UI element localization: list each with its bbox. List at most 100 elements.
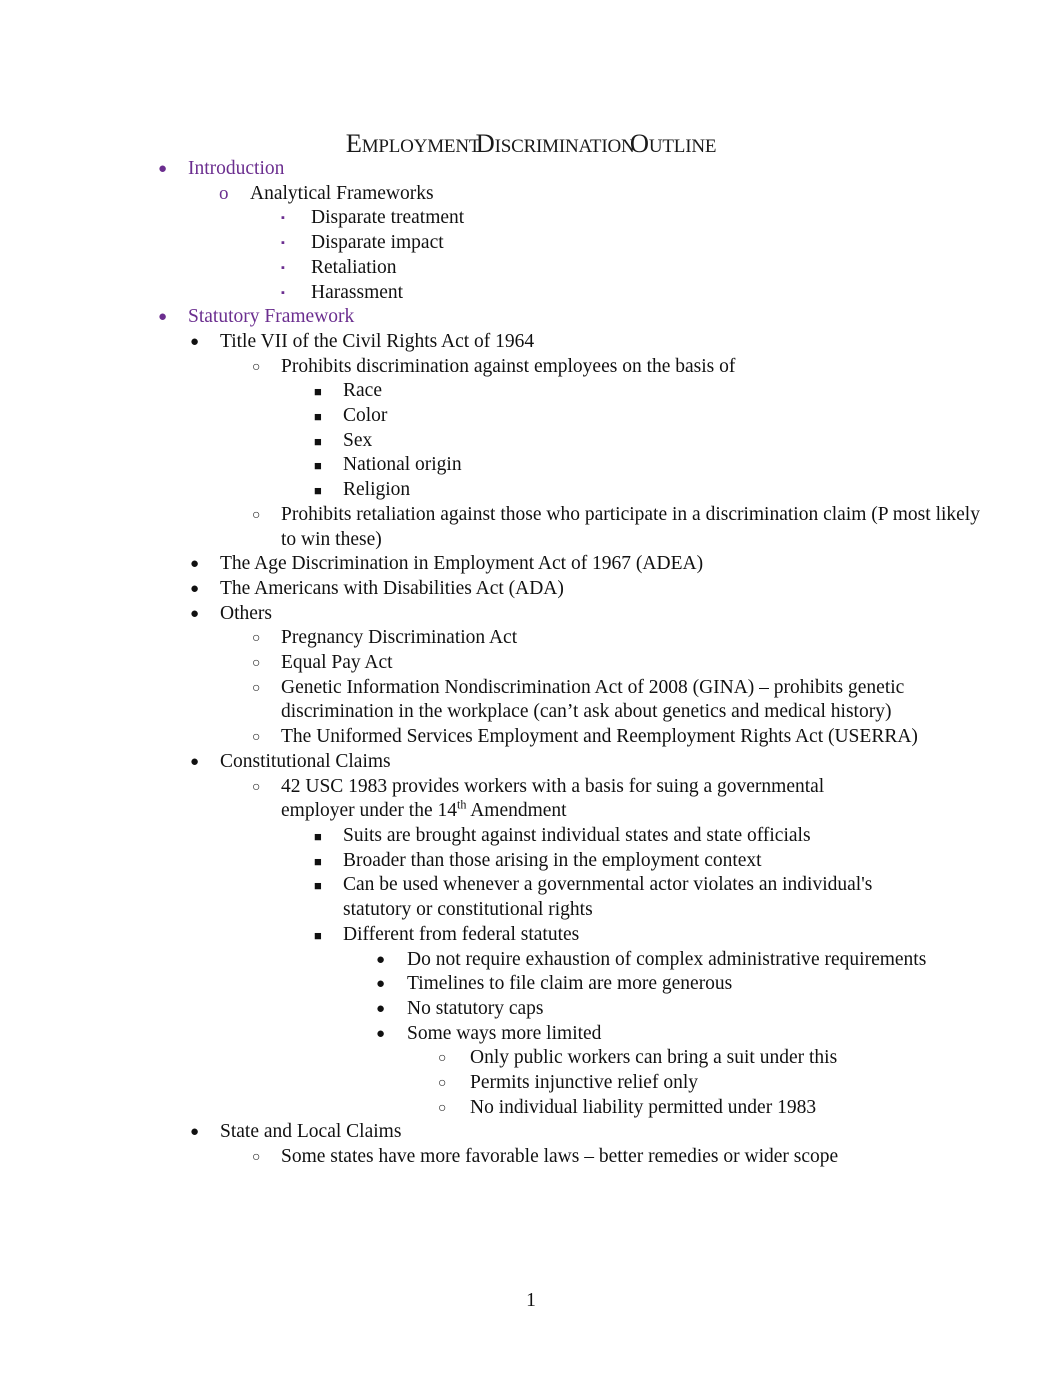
document-page: Employment Discrimination Outline ● Intr… — [0, 0, 1062, 1377]
outline-item-label: Disparate impact — [311, 232, 444, 254]
square-bullet-icon: ■ — [314, 878, 322, 894]
disc-bullet-icon: ● — [158, 161, 168, 177]
small-square-bullet-icon: ▪ — [281, 237, 285, 250]
outline-item-prohibits-retaliation: ○ Prohibits retaliation against those wh… — [0, 503, 1062, 552]
outline-item-label: The Americans with Disabilities Act (ADA… — [220, 577, 564, 599]
outline-item-adea: ● The Age Discrimination in Employment A… — [0, 552, 1062, 577]
outline-item-disparate-treatment: ▪ Disparate treatment — [0, 206, 1062, 231]
outline-item-label: Different from federal statutes — [343, 923, 580, 945]
square-bullet-icon: ■ — [314, 384, 322, 400]
outline-item-label: The Uniformed Services Employment and Re… — [281, 726, 918, 748]
disc-bullet-icon: ● — [190, 1124, 200, 1141]
outline-item-no-individual-liability: ○ No individual liability permitted unde… — [0, 1096, 1062, 1121]
outline-item-section-1983: ○ 42 USC 1983 provides workers with a ba… — [0, 775, 1062, 824]
outline-item-label: Equal Pay Act — [281, 652, 393, 674]
page-title: Employment Discrimination Outline — [345, 128, 717, 158]
outline-item-basis-religion: ■ Religion — [0, 478, 1062, 503]
disc-bullet-icon: ● — [376, 976, 386, 993]
circle-bullet-icon: ○ — [252, 779, 261, 795]
outline-item-label: Broader than those arising in the employ… — [343, 849, 762, 871]
outline-item-label: Color — [343, 405, 388, 427]
outline-item-prohibits-discrimination: ○ Prohibits discrimination against emplo… — [0, 355, 1062, 380]
outline-item-label: Timelines to file claim are more generou… — [407, 973, 733, 995]
circle-bullet-icon: ○ — [252, 631, 261, 647]
small-square-bullet-icon: ▪ — [281, 286, 285, 299]
outline-item-label: National origin — [343, 454, 462, 476]
square-bullet-icon: ■ — [314, 483, 322, 499]
square-bullet-icon: ■ — [314, 927, 322, 943]
circle-bullet-icon: ○ — [438, 1076, 447, 1092]
outline-item-label: Religion — [343, 479, 411, 501]
outline-item-disparate-impact: ▪ Disparate impact — [0, 231, 1062, 256]
outline-item-label: Pregnancy Discrimination Act — [281, 627, 518, 649]
circle-bullet-icon: ○ — [252, 507, 261, 523]
outline-item-label: State and Local Claims — [220, 1121, 402, 1143]
disc-bullet-icon: ● — [190, 333, 200, 350]
outline-item-injunctive-relief-only: ○ Permits injunctive relief only — [0, 1071, 1062, 1096]
disc-bullet-icon: ● — [158, 309, 168, 326]
outline-item-label: Some states have more favorable laws – b… — [281, 1146, 839, 1168]
outline-item-others: ● Others — [0, 602, 1062, 627]
disc-bullet-icon: ● — [376, 1000, 386, 1017]
outline-item-constitutional-claims: ● Constitutional Claims — [0, 750, 1062, 775]
outline-item-label: Prohibits retaliation against those who … — [281, 503, 980, 550]
circle-bullet-icon: ○ — [438, 1051, 447, 1067]
outline-item-title-vii: ● Title VII of the Civil Rights Act of 1… — [0, 330, 1062, 355]
outline-item-suits-against-states: ■ Suits are brought against individual s… — [0, 824, 1062, 849]
outline-item-label: Genetic Information Nondiscrimination Ac… — [281, 676, 905, 723]
outline-item-userra: ○ The Uniformed Services Employment and … — [0, 725, 1062, 750]
outline-item-pregnancy-discrimination-act: ○ Pregnancy Discrimination Act — [0, 626, 1062, 651]
square-bullet-icon: ■ — [314, 458, 322, 474]
outline-item-label: Disparate treatment — [311, 207, 465, 229]
outline-item-label: Do not require exhaustion of complex adm… — [407, 948, 927, 970]
circle-bullet-icon: ○ — [252, 1150, 261, 1166]
outline-item-label: Analytical Frameworks — [250, 182, 434, 204]
outline-item-some-ways-more-limited: ● Some ways more limited — [0, 1022, 1062, 1047]
outline-item-governmental-actor-violation: ■ Can be used whenever a governmental ac… — [0, 873, 1062, 922]
outline-item-label: The Age Discrimination in Employment Act… — [220, 553, 704, 575]
outline-item-label: Statutory Framework — [188, 306, 355, 328]
outline-item-label: Some ways more limited — [407, 1022, 602, 1044]
outline-item-retaliation: ▪ Retaliation — [0, 256, 1062, 281]
outline-item-analytical-frameworks: o Analytical Frameworks — [0, 182, 1062, 207]
outline-item-label: No individual liability permitted under … — [470, 1096, 817, 1118]
outline-item-label: Others — [220, 602, 272, 624]
outline-item-label: Can be used whenever a governmental acto… — [343, 874, 873, 921]
square-bullet-icon: ■ — [314, 853, 322, 869]
outline-item-equal-pay-act: ○ Equal Pay Act — [0, 651, 1062, 676]
ordinal-superscript: th — [457, 797, 467, 812]
outline-item-broader-scope: ■ Broader than those arising in the empl… — [0, 849, 1062, 874]
outline-item-favorable-state-laws: ○ Some states have more favorable laws –… — [0, 1145, 1062, 1170]
outline-item-gina: ○ Genetic Information Nondiscrimination … — [0, 676, 1062, 725]
outline-item-ada: ● The Americans with Disabilities Act (A… — [0, 577, 1062, 602]
outline-item-label: Suits are brought against individual sta… — [343, 824, 811, 846]
outline-item-label: Retaliation — [311, 256, 397, 278]
page-number: 1 — [526, 1290, 536, 1311]
circle-bullet-icon: ○ — [252, 730, 261, 746]
circle-bullet-icon: ○ — [438, 1100, 447, 1116]
outline-item-label: Introduction — [188, 158, 285, 179]
square-bullet-icon: ■ — [314, 409, 322, 425]
outline-body: ● Introduction o Analytical Frameworks ▪… — [0, 157, 1062, 1170]
circle-bullet-icon: ○ — [252, 656, 261, 672]
outline-item-label: Harassment — [311, 281, 404, 303]
disc-bullet-icon: ● — [376, 1025, 386, 1042]
outline-item-basis-color: ■ Color — [0, 404, 1062, 429]
outline-item-label: Title VII of the Civil Rights Act of 196… — [220, 330, 535, 352]
outline-item-introduction: ● Introduction — [0, 157, 1062, 182]
circle-bullet-icon: ○ — [252, 359, 261, 375]
disc-bullet-icon: ● — [190, 556, 200, 573]
outline-item-basis-sex: ■ Sex — [0, 429, 1062, 454]
outline-item-label: Permits injunctive relief only — [470, 1072, 698, 1094]
disc-bullet-icon: ● — [376, 951, 386, 968]
outline-item-label: Constitutional Claims — [220, 750, 391, 772]
letter-o-bullet-icon: o — [219, 182, 229, 204]
outline-item-label: Only public workers can bring a suit und… — [470, 1047, 838, 1069]
outline-item-label: No statutory caps — [407, 997, 544, 1019]
disc-bullet-icon: ● — [190, 580, 200, 597]
outline-item-no-exhaustion-requirement: ● Do not require exhaustion of complex a… — [0, 948, 1062, 973]
outline-item-harassment: ▪ Harassment — [0, 281, 1062, 306]
disc-bullet-icon: ● — [190, 605, 200, 622]
outline-item-state-and-local-claims: ● State and Local Claims — [0, 1120, 1062, 1145]
small-square-bullet-icon: ▪ — [281, 212, 285, 225]
